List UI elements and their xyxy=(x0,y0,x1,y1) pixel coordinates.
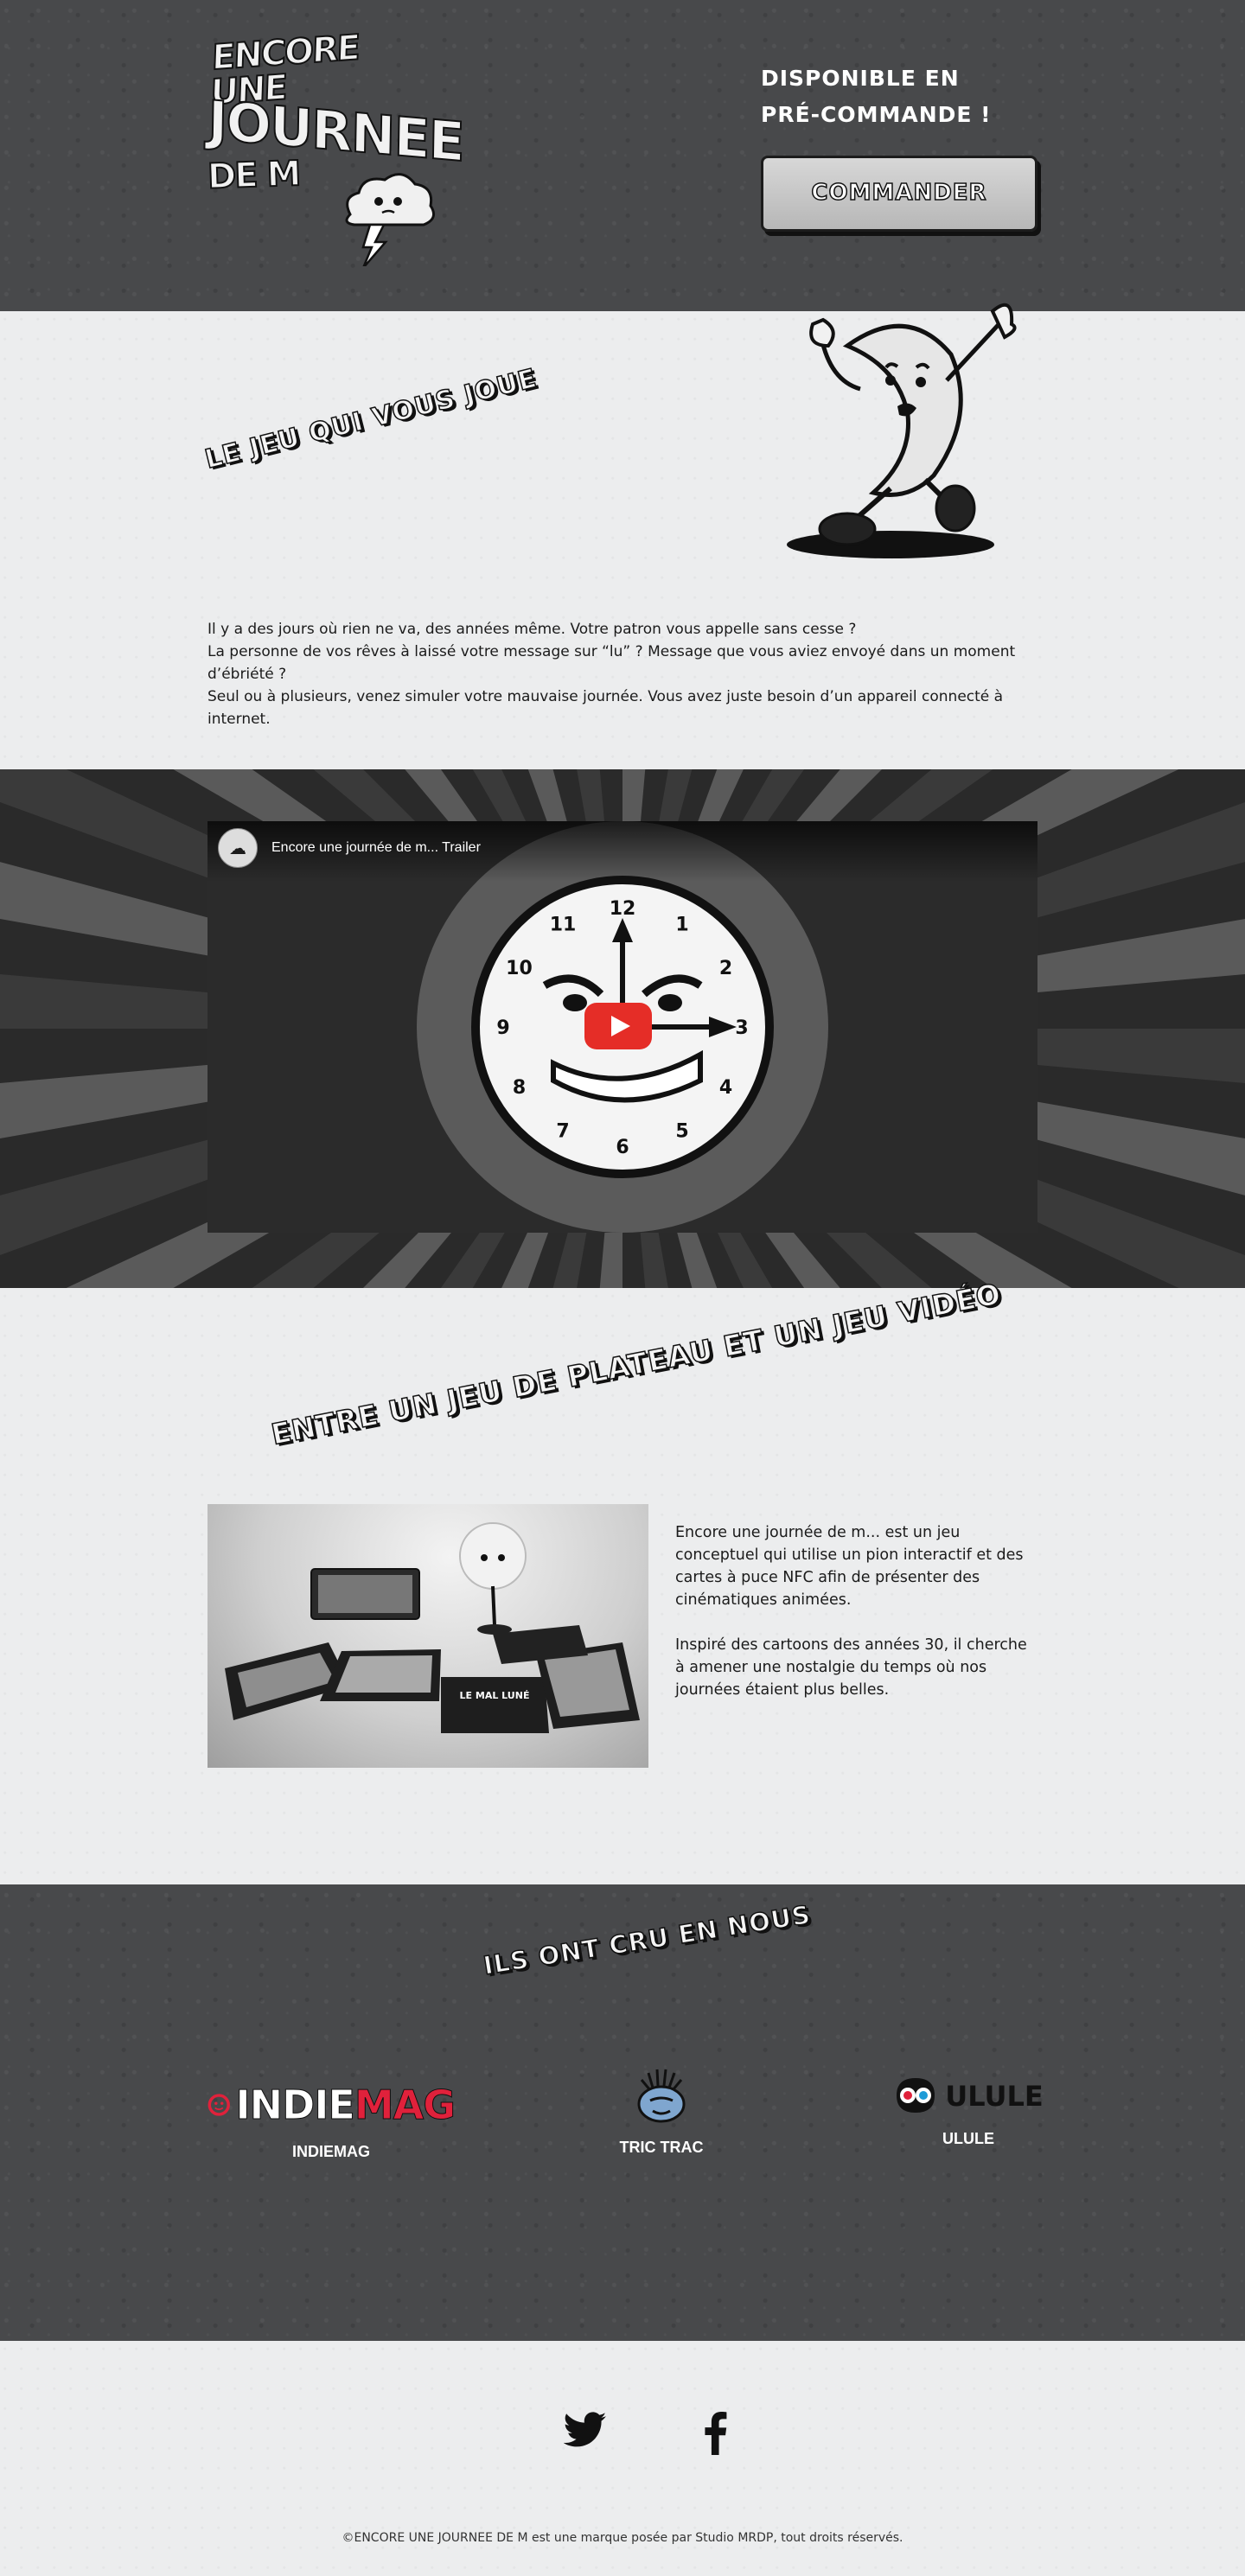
indiemag-face-icon xyxy=(208,2094,230,2116)
clock-number: 6 xyxy=(616,1137,629,1158)
game-photo: LE MAL LUNÉ xyxy=(208,1504,648,1768)
channel-avatar[interactable]: ☁ xyxy=(218,828,258,868)
partner-ulule[interactable]: ULULE ULULE xyxy=(882,2075,1055,2148)
ulule-logo[interactable]: ULULE xyxy=(882,2075,1055,2118)
youtube-play-icon[interactable] xyxy=(584,1003,652,1049)
clock-number: 4 xyxy=(719,1077,732,1099)
preorder-line-2: PRÉ-COMMANDE ! xyxy=(761,102,992,127)
clock-number: 7 xyxy=(556,1121,569,1143)
card-label: LE MAL LUNÉ xyxy=(460,1690,530,1701)
clock-number: 8 xyxy=(513,1077,526,1099)
site-footer: ©ENCORE UNE JOURNEE DE M est une marque … xyxy=(0,2341,1245,2576)
clock-number: 10 xyxy=(506,958,533,979)
indiemag-logo[interactable]: INDIEMAG xyxy=(208,2079,456,2131)
board-game-section: ENTRE UN JEU DE PLATEAU ET UN JEU VIDÉO … xyxy=(0,1276,1245,1884)
intro-line-2: La personne de vos rêves à laissé votre … xyxy=(208,643,1016,683)
video-top-bar: ☁ Encore une journée de m... Trailer xyxy=(208,821,1038,882)
partner-indiemag[interactable]: INDIEMAG INDIEMAG xyxy=(208,2079,456,2161)
cloud-icon xyxy=(345,173,436,266)
intro-section: LE JEU QUI VOUS JOUE Il y a des jours où… xyxy=(0,303,1245,769)
board-description: Encore une journée de m... est un jeu co… xyxy=(675,1521,1038,1724)
site-header: ENCORE UNE JOURNEE DE M DISPONIBLE EN PR… xyxy=(0,0,1245,311)
trailer-section: ☁ Encore une journée de m... Trailer 12 1… xyxy=(0,769,1245,1288)
intro-line-3: Seul ou à plusieurs, venez simuler votre… xyxy=(208,688,1004,728)
logo-fragment: M xyxy=(265,153,301,195)
trictrac-logo[interactable] xyxy=(631,2066,692,2126)
video-title[interactable]: Encore une journée de m... Trailer xyxy=(271,840,481,856)
order-button[interactable]: COMMANDER xyxy=(761,156,1038,232)
clock-number: 1 xyxy=(675,914,688,935)
partner-name-ulule: ULULE xyxy=(942,2130,994,2147)
facebook-icon[interactable] xyxy=(702,2412,745,2455)
clock-number: 2 xyxy=(719,958,732,979)
clock-number: 12 xyxy=(610,898,636,920)
clock-number: 9 xyxy=(496,1017,509,1039)
preorder-line-1: DISPONIBLE EN xyxy=(761,66,960,91)
preorder-block: DISPONIBLE EN PRÉ-COMMANDE ! COMMANDER xyxy=(761,61,1038,232)
board-title: ENTRE UN JEU DE PLATEAU ET UN JEU VIDÉO xyxy=(268,1276,1005,1452)
partner-name-trictrac: TRIC TRAC xyxy=(619,2139,704,2156)
clock-number: 5 xyxy=(675,1121,688,1143)
intro-title: LE JEU QUI VOUS JOUE xyxy=(201,362,540,475)
social-links xyxy=(563,2412,745,2455)
clock-number: 11 xyxy=(550,914,577,935)
partners-section: ILS ONT CRU EN NOUS INDIEMAG INDIEMAG TR… xyxy=(0,1884,1245,2341)
clock-number: 3 xyxy=(735,1017,748,1039)
board-paragraph-1: Encore une journée de m... est un jeu co… xyxy=(675,1524,1024,1609)
intro-line-1: Il y a des jours où rien ne va, des anné… xyxy=(208,621,857,638)
video-player[interactable]: ☁ Encore une journée de m... Trailer 12 1… xyxy=(208,821,1038,1233)
site-logo[interactable]: ENCORE UNE JOURNEE DE M xyxy=(206,27,465,271)
partners-title: ILS ONT CRU EN NOUS xyxy=(481,1899,814,1981)
board-paragraph-2: Inspiré des cartoons des années 30, il c… xyxy=(675,1636,1027,1699)
moon-character-illustration xyxy=(787,303,1017,558)
copyright-notice: ©ENCORE UNE JOURNEE DE M est une marque … xyxy=(342,2531,903,2545)
partner-name-indiemag: INDIEMAG xyxy=(292,2143,370,2160)
lightning-icon xyxy=(361,223,388,266)
twitter-icon[interactable] xyxy=(563,2412,607,2455)
intro-paragraph: Il y a des jours où rien ne va, des anné… xyxy=(208,618,1038,730)
ulule-owl-icon xyxy=(897,2078,935,2113)
partner-trictrac[interactable]: TRIC TRAC xyxy=(605,2066,718,2157)
